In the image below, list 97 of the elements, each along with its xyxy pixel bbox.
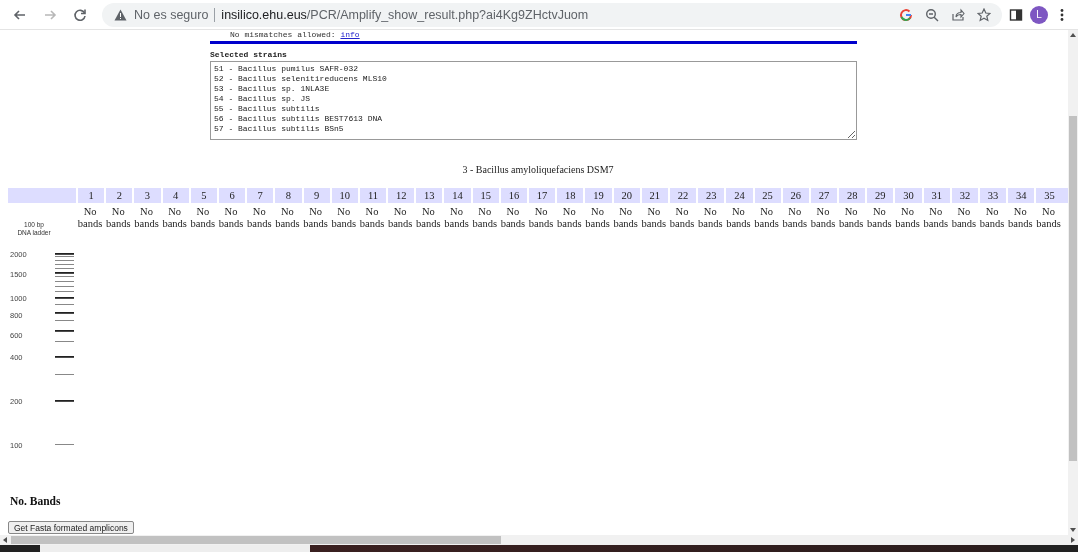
lane-result: No bands [76,205,104,231]
lane-number: 17 [527,188,556,203]
lane-number: 28 [837,188,866,203]
zoom-out-icon[interactable] [924,6,940,23]
lane-number: 9 [301,188,330,203]
lane-result: No bands [781,205,809,231]
lane-result: No bands [527,205,555,231]
lane-result: No bands [386,205,414,231]
lane-number: 27 [808,188,838,203]
lane-number: 19 [583,188,612,203]
lane-number: 35 [1034,188,1063,203]
lane-number: 16 [498,188,527,203]
lane-number: 22 [667,188,697,203]
lane-result: No bands [358,205,386,231]
lane-number: 11 [357,188,387,203]
lane-result: No bands [612,205,639,231]
lane-number: 14 [442,188,471,203]
lane-number: 5 [188,188,217,203]
lane-result: No bands [668,205,696,231]
lane-result: No bands [1035,205,1062,231]
lane-result: No bands [696,205,724,231]
lane-result: No bands [302,205,329,231]
lane-result: No bands [950,205,978,231]
horizontal-scrollbar[interactable] [0,535,1078,545]
lane-result: No bands [809,205,837,231]
scroll-down-icon[interactable] [1069,527,1077,533]
lane-result: No bands [922,205,949,231]
lane-result: No bands [161,205,188,231]
lane-result: No bands [866,205,893,231]
lane-number: 20 [611,188,640,203]
lane-result: No bands [443,205,470,231]
result-title: 3 - Bacillus amyloliquefaciens DSM7 [461,164,615,175]
lane-number: 1 [76,188,105,203]
lane-result: No bands [894,205,921,231]
lane-number: 4 [160,188,189,203]
security-label: No es seguro [134,7,209,22]
lane-result: No bands [217,205,245,231]
lane-number: 29 [865,188,894,203]
lane-result: No bands [499,205,527,231]
google-icon[interactable] [898,6,914,23]
header-cell [1062,188,1068,203]
lane-number: 2 [104,188,133,203]
scroll-right-icon[interactable] [1070,536,1076,544]
lane-number: 26 [780,188,809,203]
lane-number: 30 [893,188,922,203]
back-arrow-icon [13,7,27,22]
mismatch-note: No mismatches allowed: info [229,30,361,39]
strains-field[interactable]: 51 - Bacillus pumilus SAFR-032 52 - Bacillus selenitireducens MLS10 53 - Bacillus sp. 1NLA3E 54 - Bacillus sp. JS 55 - Bacillus subtilis 56 - Bacillus subtilis BEST7613 DNA 57 - Bacillus subtilis BSn5 [210,61,857,140]
lane-result: No bands [471,205,498,231]
lane-number: 7 [245,188,274,203]
scroll-left-icon[interactable] [2,536,8,544]
lane-number: 10 [329,188,358,203]
lane-number: 34 [1006,188,1035,203]
bands-heading: No. Bands [10,495,62,507]
lane-number: 15 [470,188,499,203]
info-link[interactable]: info [340,30,360,39]
lane-number: 3 [132,188,161,203]
lane-result: No bands [753,205,780,231]
lane-result: No bands [105,205,132,231]
lane-result: No bands [978,205,1006,231]
address-bar[interactable]: No es seguro insilico.ehu.eus/PCR/Amplify_show_result.php?ai4Kg9ZHctvJuom [102,2,1002,27]
share-icon[interactable] [950,6,966,23]
lane-number: 13 [414,188,443,203]
lane-number: 32 [949,188,978,203]
lane-result: No bands [837,205,865,231]
lane-result: No bands [584,205,611,231]
lane-number: 31 [921,188,950,203]
lane-number: 12 [386,188,415,203]
lane-number: 8 [273,188,302,203]
lane-number: 25 [752,188,781,203]
side-panel-icon[interactable] [1008,6,1024,23]
lane-result: No bands [189,205,217,231]
lane-number: 33 [978,188,1007,203]
strains-label: Selected strains [210,50,288,59]
lane-result: No bands [556,205,583,231]
url-text: insilico.ehu.eus/PCR/Amplify_show_result.php?ai4Kg9ZHctvJuom [221,7,589,22]
page-scrollbar[interactable] [1068,30,1078,535]
lane-result: No bands [415,205,442,231]
scroll-up-icon[interactable] [1069,32,1077,38]
lane-result: No bands [725,205,752,231]
lane-number: 23 [696,188,725,203]
profile-avatar[interactable]: L [1030,5,1048,24]
lane-result: No bands [330,205,358,231]
reload-icon [73,7,87,22]
forward-arrow-icon [43,7,57,22]
lane-result: No bands [274,205,301,231]
lane-result: No bands [1007,205,1034,231]
lane-result: No bands [245,205,273,231]
lane-result: No bands [133,205,160,231]
lane-number: 6 [216,188,246,203]
lane-result: No bands [640,205,668,231]
lane-number: 21 [639,188,668,203]
header-cell [8,188,76,203]
fasta-button[interactable]: Get Fasta formated amplicons [8,521,134,534]
star-icon[interactable] [976,6,992,23]
lane-number: 18 [555,188,584,203]
lane-number: 24 [724,188,753,203]
